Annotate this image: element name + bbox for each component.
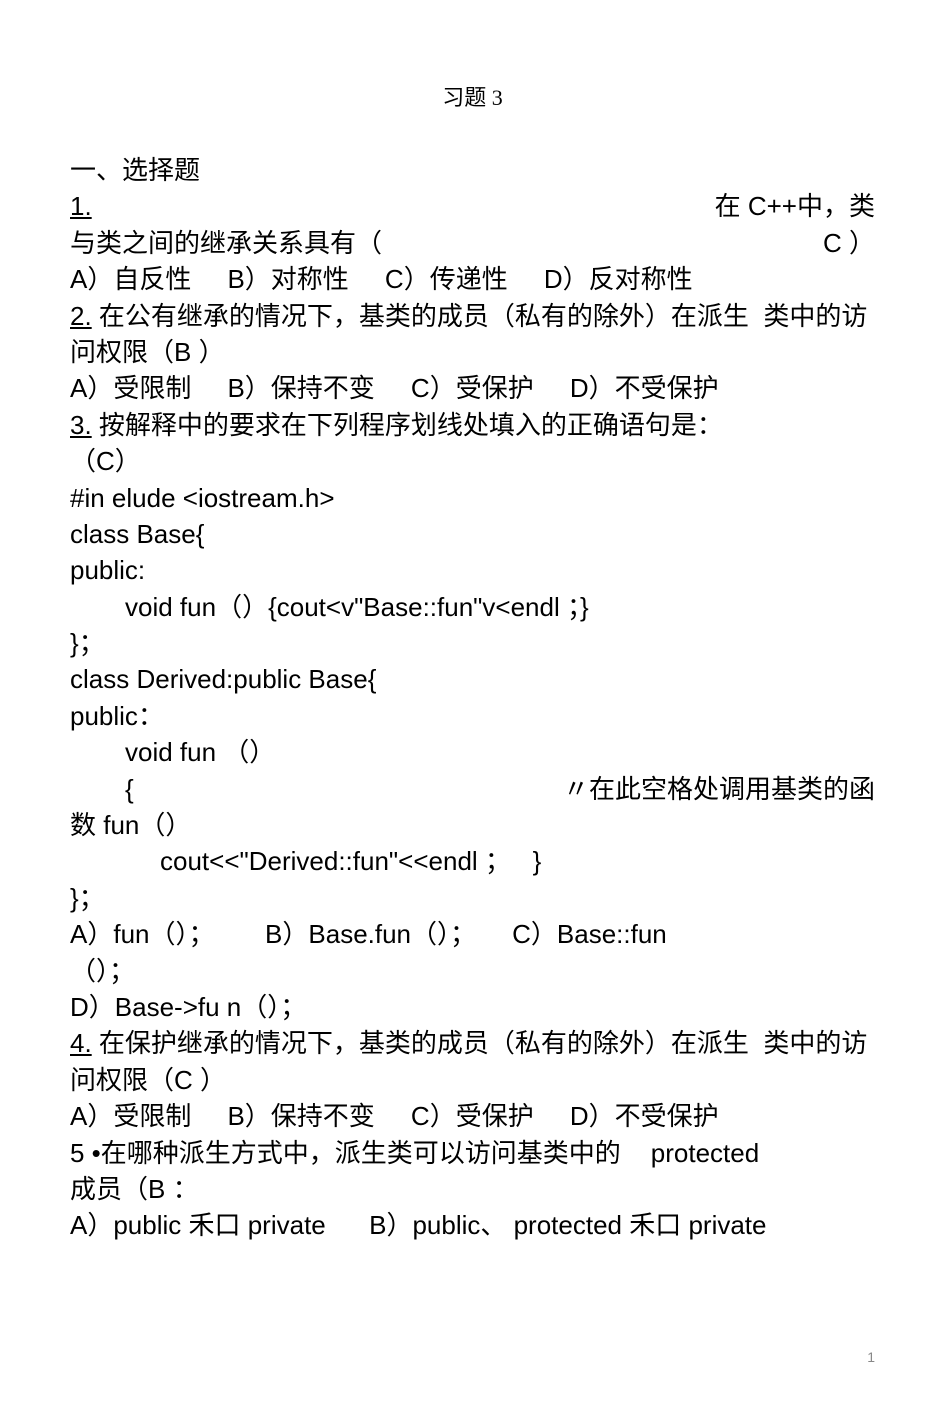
question-3-options-1: A）fun（）； B）Base.fun（）； C）Base::fun <box>70 916 875 952</box>
question-3: 3. 按解释中的要求在下列程序划线处填入的正确语句是： <box>70 407 875 443</box>
document-content: 一、选择题 1. 在 C++中，类 与类之间的继承关系具有（ C ） A）自反性… <box>70 152 875 1244</box>
question-5-line2: 成员（B ： <box>70 1171 875 1207</box>
code9-left: { <box>125 771 134 807</box>
code-line-3: public: <box>70 552 875 588</box>
question-4-options: A）受限制 B）保持不变 C）受保护 D）不受保护 <box>70 1098 875 1134</box>
code-line-8: void fun （） <box>70 734 875 770</box>
q4-text: 在保护继承的情况下，基类的成员（私有的除外）在派生 类中的访问权限（C ） <box>70 1028 867 1094</box>
code-line-12: }； <box>70 880 875 916</box>
code-line-11: cout<<"Derived::fun"<<endl ； } <box>70 843 875 879</box>
code-line-7: public： <box>70 698 875 734</box>
question-5-line1: 5 •在哪种派生方式中，派生类可以访问基类中的 protected <box>70 1135 875 1171</box>
section-heading: 一、选择题 <box>70 152 875 188</box>
question-4: 4. 在保护继承的情况下，基类的成员（私有的除外）在派生 类中的访问权限（C ） <box>70 1025 875 1098</box>
question-2-options: A）受限制 B）保持不变 C）受保护 D）不受保护 <box>70 370 875 406</box>
q3-number: 3. <box>70 410 92 440</box>
q1-right: 在 C++中，类 <box>715 188 875 224</box>
question-3-options-3: D）Base->fu n（）； <box>70 989 875 1025</box>
code-line-6: class Derived:public Base{ <box>70 661 875 697</box>
q3-text: 按解释中的要求在下列程序划线处填入的正确语句是： <box>92 410 723 440</box>
code-line-2: class Base{ <box>70 516 875 552</box>
code-line-1: #in elude <iostream.h> <box>70 480 875 516</box>
code-line-5: }； <box>70 625 875 661</box>
question-1-options: A）自反性 B）对称性 C）传递性 D）反对称性 <box>70 261 875 297</box>
q1-number: 1. <box>70 191 92 221</box>
page-number: 1 <box>867 1349 875 1365</box>
question-1-line2: 与类之间的继承关系具有（ C ） <box>70 225 875 261</box>
q4-number: 4. <box>70 1028 92 1058</box>
code-line-4: void fun（）{cout<v"Base::fun"v<endl ；} <box>70 589 875 625</box>
question-3-options-2: （）； <box>70 953 875 989</box>
code-line-10: 数 fun（） <box>70 807 875 843</box>
page-title: 习题 3 <box>70 80 875 112</box>
q1-l2-left: 与类之间的继承关系具有（ <box>70 225 382 261</box>
code9-right: 〃在此空格处调用基类的函 <box>563 771 875 807</box>
q5-l1-right: protected <box>651 1135 759 1171</box>
question-1-line1: 1. 在 C++中，类 <box>70 188 875 224</box>
q2-number: 2. <box>70 301 92 331</box>
code-line-9: { 〃在此空格处调用基类的函 <box>70 771 875 807</box>
question-2: 2. 在公有继承的情况下，基类的成员（私有的除外）在派生 类中的访问权限（B ） <box>70 298 875 371</box>
question-5-options: A）public 禾口 private B）public、 protected … <box>70 1207 875 1243</box>
q3-answer: （C） <box>70 443 875 479</box>
q1-l2-right: C ） <box>823 225 875 261</box>
q5-l1-left: 5 •在哪种派生方式中，派生类可以访问基类中的 <box>70 1135 621 1171</box>
q2-text: 在公有继承的情况下，基类的成员（私有的除外）在派生 类中的访问权限（B ） <box>70 301 867 367</box>
